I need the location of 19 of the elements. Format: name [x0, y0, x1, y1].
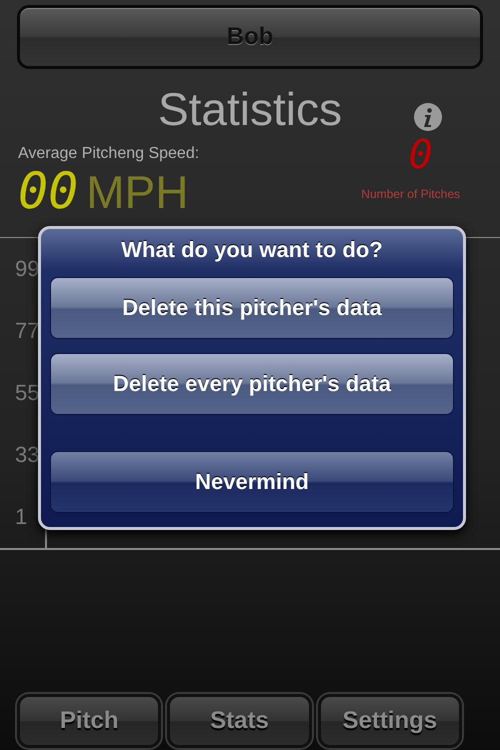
axis-label: 33: [15, 442, 40, 468]
axis-label: 55: [15, 380, 40, 406]
page-title: Statistics: [158, 82, 342, 137]
speed-label: Average Pitcheng Speed:: [18, 145, 200, 163]
cancel-button[interactable]: Nevermind: [50, 451, 454, 513]
speed-readout: 00: [18, 165, 78, 217]
tab-button[interactable]: Pitch: [17, 694, 162, 748]
pitch-count-label: Number of Pitches: [361, 187, 460, 201]
delete-button[interactable]: Delete every pitcher's data: [50, 353, 454, 415]
pitch-count: 0: [408, 135, 433, 175]
axis-label: 1: [15, 504, 28, 530]
axis-label: 77: [15, 318, 40, 344]
dialog-title: What do you want to do?: [120, 237, 384, 263]
delete-button[interactable]: Delete this pitcher's data: [50, 277, 454, 339]
unit-label: MPH: [86, 165, 188, 219]
info-icon[interactable]: [414, 103, 442, 131]
axis-label: 99: [15, 256, 40, 282]
tab-button[interactable]: Settings: [318, 694, 462, 748]
tab-button[interactable]: Stats: [167, 694, 312, 748]
